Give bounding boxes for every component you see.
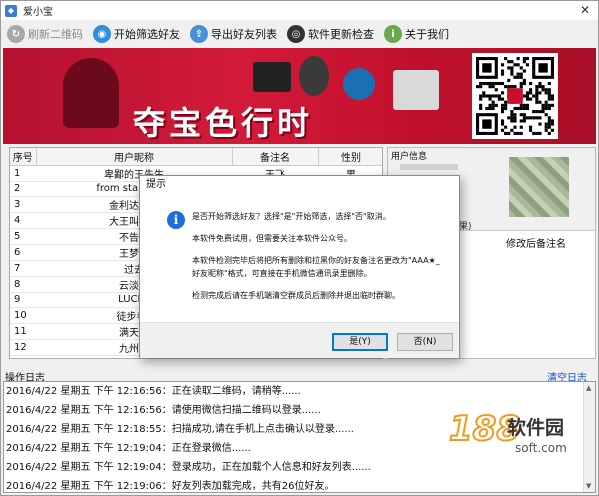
export-icon: ⇪ [190, 25, 208, 43]
window-title: 爱小宝 [23, 7, 53, 18]
dialog-paragraph: 检测完成后请在手机端清空群成员后删除并退出临时群聊。 [192, 291, 400, 300]
qr-code-image [476, 57, 554, 135]
toolbar: ↻ 刷新二维码 ◉ 开始筛选好友 ⇪ 导出好友列表 ◎ 软件更新检查 i 关于我们 [1, 21, 598, 47]
banner-product-camera-icon [253, 62, 291, 92]
column-header[interactable]: 备注名 [232, 148, 319, 166]
dialog-body: i 是否开始筛选好友？选择"是"开始筛选，选择"否"取消。 本软件免费试用，但需要… [140, 194, 459, 322]
table-cell: 9 [10, 292, 36, 308]
banner-product-toaster-icon [393, 70, 439, 110]
ad-banner[interactable]: 夺宝色行时 [3, 48, 596, 144]
dialog-paragraph: 是否开始筛选好友？选择"是"开始筛选，选择"否"取消。 [192, 212, 391, 221]
banner-figure-icon [63, 58, 119, 128]
table-cell: 11 [10, 323, 36, 340]
banner-product-lens-icon [299, 56, 329, 96]
filter-icon: ◉ [93, 25, 111, 43]
column-header[interactable]: 序号 [10, 148, 37, 166]
result-column-header: 修改后备注名 [506, 239, 566, 250]
table-cell: 12 [10, 339, 36, 356]
toolbar-button-update[interactable]: ◎ 软件更新检查 [285, 23, 376, 45]
user-info-blurred-text [400, 164, 458, 170]
banner-product-speaker-icon [343, 68, 375, 100]
table-cell: 6 [10, 244, 36, 261]
no-button[interactable]: 否(N) [397, 333, 453, 351]
title-bar: ◆ 爱小宝 ✕ [1, 1, 598, 20]
table-cell: 7 [10, 260, 36, 277]
refresh-icon: ↻ [7, 25, 25, 43]
banner-slogan: 夺宝色行时 [133, 104, 314, 142]
watermark-name: 软件园 [507, 417, 565, 439]
toolbar-button-filter[interactable]: ◉ 开始筛选好友 [91, 23, 182, 45]
watermark-logo: 188 软件园 soft.com [441, 405, 597, 493]
update-icon: ◎ [287, 25, 305, 43]
user-avatar [509, 157, 569, 217]
column-header[interactable]: 性别 [318, 148, 382, 166]
toolbar-button-label: 导出好友列表 [211, 28, 277, 41]
qr-code [472, 53, 558, 139]
dialog-footer: 是(Y) 否(N) [140, 322, 459, 358]
table-cell: 3 [10, 196, 36, 213]
toolbar-button-label: 刷新二维码 [28, 28, 83, 41]
table-cell: 1 [10, 165, 36, 182]
toolbar-button-info[interactable]: i 关于我们 [382, 23, 451, 45]
table-cell: 4 [10, 212, 36, 229]
table-cell: 8 [10, 276, 36, 293]
watermark-url: soft.com [515, 441, 567, 455]
toolbar-button-label: 开始筛选好友 [114, 28, 180, 41]
yes-button[interactable]: 是(Y) [332, 333, 388, 351]
dialog-paragraph: 本软件检测完毕后将把所有删除和拉黑你的好友备注名更改为"AAA★_ 好友昵称"格… [192, 256, 440, 278]
toolbar-button-label: 关于我们 [405, 28, 449, 41]
confirm-dialog: 提示 i 是否开始筛选好友？选择"是"开始筛选，选择"否"取消。 本软件免费试用，… [139, 175, 460, 358]
user-info-title: 用户信息 [391, 152, 428, 162]
app-logo-icon: ◆ [5, 4, 17, 17]
dialog-message: 是否开始筛选好友？选择"是"开始筛选，选择"否"取消。 本软件免费试用，但需要关注… [192, 210, 454, 311]
user-table-header: 序号 用户昵称 备注名 性别 [10, 148, 382, 166]
toolbar-button-label: 软件更新检查 [308, 28, 374, 41]
app-window: ◆ 爱小宝 ✕ ↻ 刷新二维码 ◉ 开始筛选好友 ⇪ 导出好友列表 ◎ 软件更新检查 i 关于我们… [0, 0, 599, 496]
close-window-button[interactable]: ✕ [578, 3, 592, 17]
scroll-up-icon[interactable]: ▲ [586, 384, 591, 392]
info-icon: i [384, 25, 402, 43]
info-icon: i [167, 211, 185, 229]
toolbar-button-refresh[interactable]: ↻ 刷新二维码 [5, 23, 85, 45]
table-cell: 10 [10, 307, 36, 324]
toolbar-button-export[interactable]: ⇪ 导出好友列表 [188, 23, 279, 45]
table-cell: 5 [10, 228, 36, 245]
dialog-title: 提示 [140, 176, 459, 194]
table-cell: 2 [10, 181, 36, 197]
column-header[interactable]: 用户昵称 [36, 148, 233, 166]
dialog-paragraph: 本软件免费试用，但需要关注本软件公众号。 [192, 234, 352, 243]
log-line: 2016/4/22 星期五 下午 12:16:56：正在读取二维码，请稍等...… [6, 386, 301, 397]
